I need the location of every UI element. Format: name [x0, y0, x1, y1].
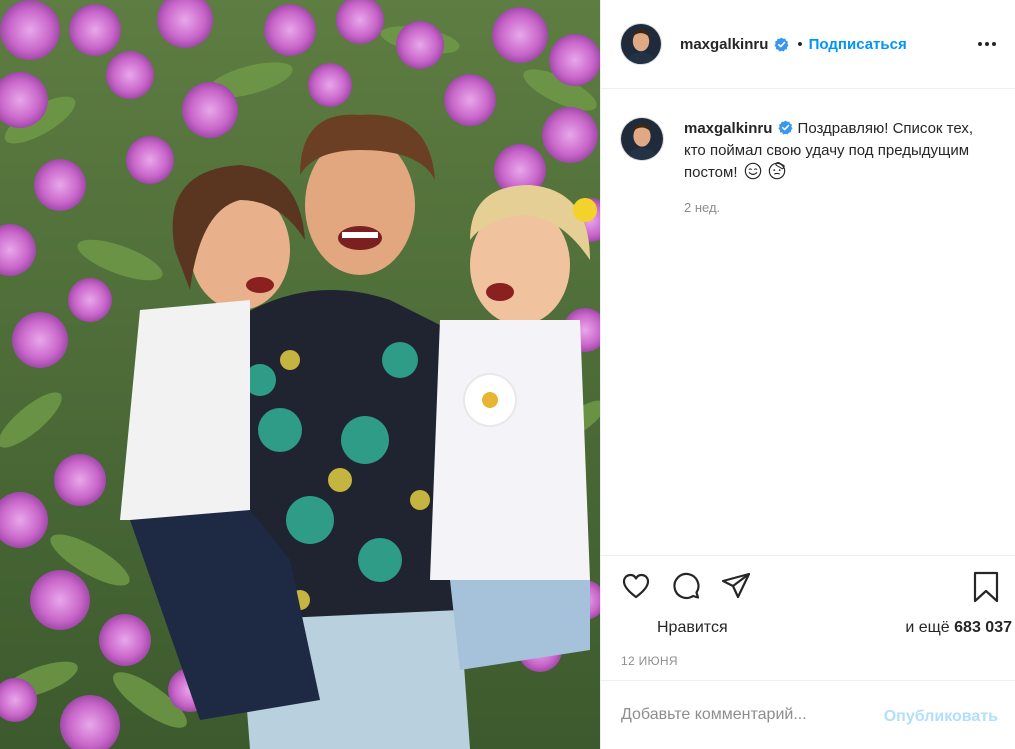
post-caption: maxgalkinru Поздравляю! Список тех, кто … — [620, 117, 1000, 219]
comment-input[interactable] — [621, 706, 871, 724]
action-icons — [620, 570, 770, 604]
face-with-bandage-emoji-icon — [768, 162, 786, 180]
follow-button[interactable]: Подписаться — [809, 36, 907, 53]
verified-badge-icon — [774, 36, 789, 51]
caption-username[interactable]: maxgalkinru — [684, 120, 772, 137]
bookmark-icon[interactable] — [970, 570, 1002, 604]
post-photo[interactable] — [0, 0, 600, 749]
likes-count-wrap[interactable]: и ещё 683 037 — [905, 619, 1012, 637]
more-options-icon[interactable] — [976, 34, 998, 54]
post-actions-area: Нравится и ещё 683 037 12 ИЮНЯ — [601, 555, 1015, 668]
post-header: maxgalkinru • Подписаться — [601, 0, 1015, 89]
publish-button[interactable]: Опубликовать — [884, 708, 998, 726]
post-side-panel: maxgalkinru • Подписаться maxgalkinru По… — [600, 0, 1015, 749]
heart-icon[interactable] — [620, 570, 654, 604]
post-photo-image — [0, 0, 600, 749]
caption-body: maxgalkinru Поздравляю! Список тех, кто … — [684, 118, 984, 219]
smiling-face-emoji-icon — [744, 162, 761, 180]
comment-bubble-icon[interactable] — [670, 570, 704, 604]
likes-count: 683 037 — [954, 619, 1012, 636]
and-more-label: и ещё — [905, 619, 950, 636]
post-date[interactable]: 12 ИЮНЯ — [621, 654, 678, 668]
header-username[interactable]: maxgalkinru — [680, 36, 768, 53]
verified-badge-icon — [778, 120, 793, 135]
comment-bar: Опубликовать — [601, 680, 1015, 749]
avatar-image — [621, 118, 663, 160]
avatar-image — [621, 24, 661, 64]
separator-dot: • — [797, 35, 803, 53]
avatar[interactable] — [620, 23, 662, 65]
liked-by-label[interactable]: Нравится — [657, 619, 728, 637]
paper-plane-icon[interactable] — [720, 570, 754, 604]
caption-avatar[interactable] — [620, 117, 664, 161]
caption-time[interactable]: 2 нед. — [684, 197, 984, 219]
